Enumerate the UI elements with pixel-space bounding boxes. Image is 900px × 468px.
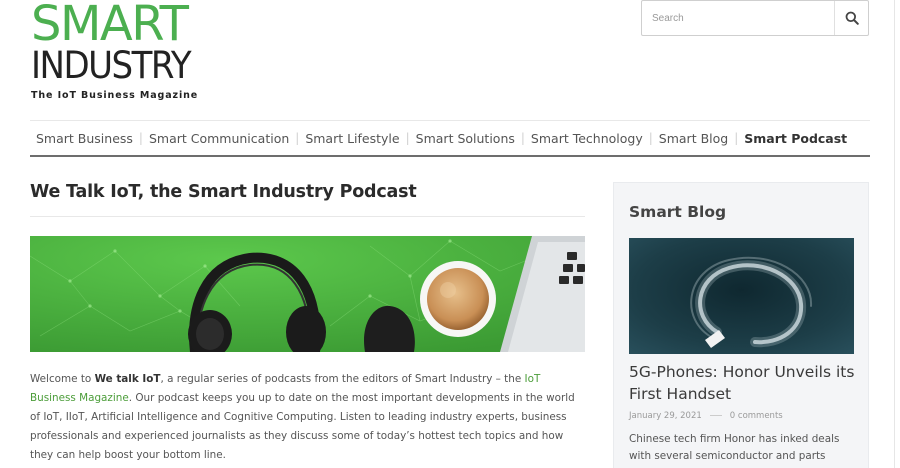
post-title-link[interactable]: 5G-Phones: Honor Unveils its First Hands… [629,361,864,405]
search-input[interactable] [642,1,834,35]
meta-separator [709,415,722,416]
hero-image [30,236,585,352]
page-title: We Talk IoT, the Smart Industry Podcast [30,182,417,202]
search-button[interactable] [834,1,868,35]
logo-industry-text: INDUSTRY [31,43,192,88]
post-meta: January 29, 2021 0 comments [629,411,783,421]
search-box [641,0,869,36]
main-nav: Smart Business | Smart Communication | S… [30,120,870,157]
nav-item-smart-business[interactable]: Smart Business [30,131,139,146]
sidebar-widget: Smart Blog 5G-Phones: Honor Unveils its … [613,182,869,468]
intro-bold: We talk IoT [94,373,161,385]
site-logo[interactable]: SMART INDUSTRY The IoT Business Magazine [31,0,199,101]
nav-item-smart-blog[interactable]: Smart Blog [653,131,734,146]
nav-item-smart-communication[interactable]: Smart Communication [143,131,295,146]
post-comments-link[interactable]: 0 comments [730,411,783,421]
search-icon [845,11,859,25]
intro-text-1: Welcome to [30,373,95,385]
scrollbar-track[interactable] [894,0,900,468]
logo-tagline: The IoT Business Magazine [31,90,199,101]
article-intro: Welcome to We talk IoT, a regular series… [30,370,585,465]
logo-smart-text: SMART [31,0,189,52]
nav-item-smart-lifestyle[interactable]: Smart Lifestyle [299,131,405,146]
post-date: January 29, 2021 [629,411,702,421]
post-thumbnail[interactable] [629,238,854,354]
intro-text-2: , a regular series of podcasts from the … [160,373,525,385]
post-excerpt: Chinese tech firm Honor has inked deals … [629,433,840,468]
nav-item-smart-technology[interactable]: Smart Technology [525,131,649,146]
sidebar-heading: Smart Blog [629,203,727,221]
nav-item-smart-solutions[interactable]: Smart Solutions [410,131,521,146]
nav-item-smart-podcast[interactable]: Smart Podcast [738,131,853,146]
title-divider [30,216,585,217]
